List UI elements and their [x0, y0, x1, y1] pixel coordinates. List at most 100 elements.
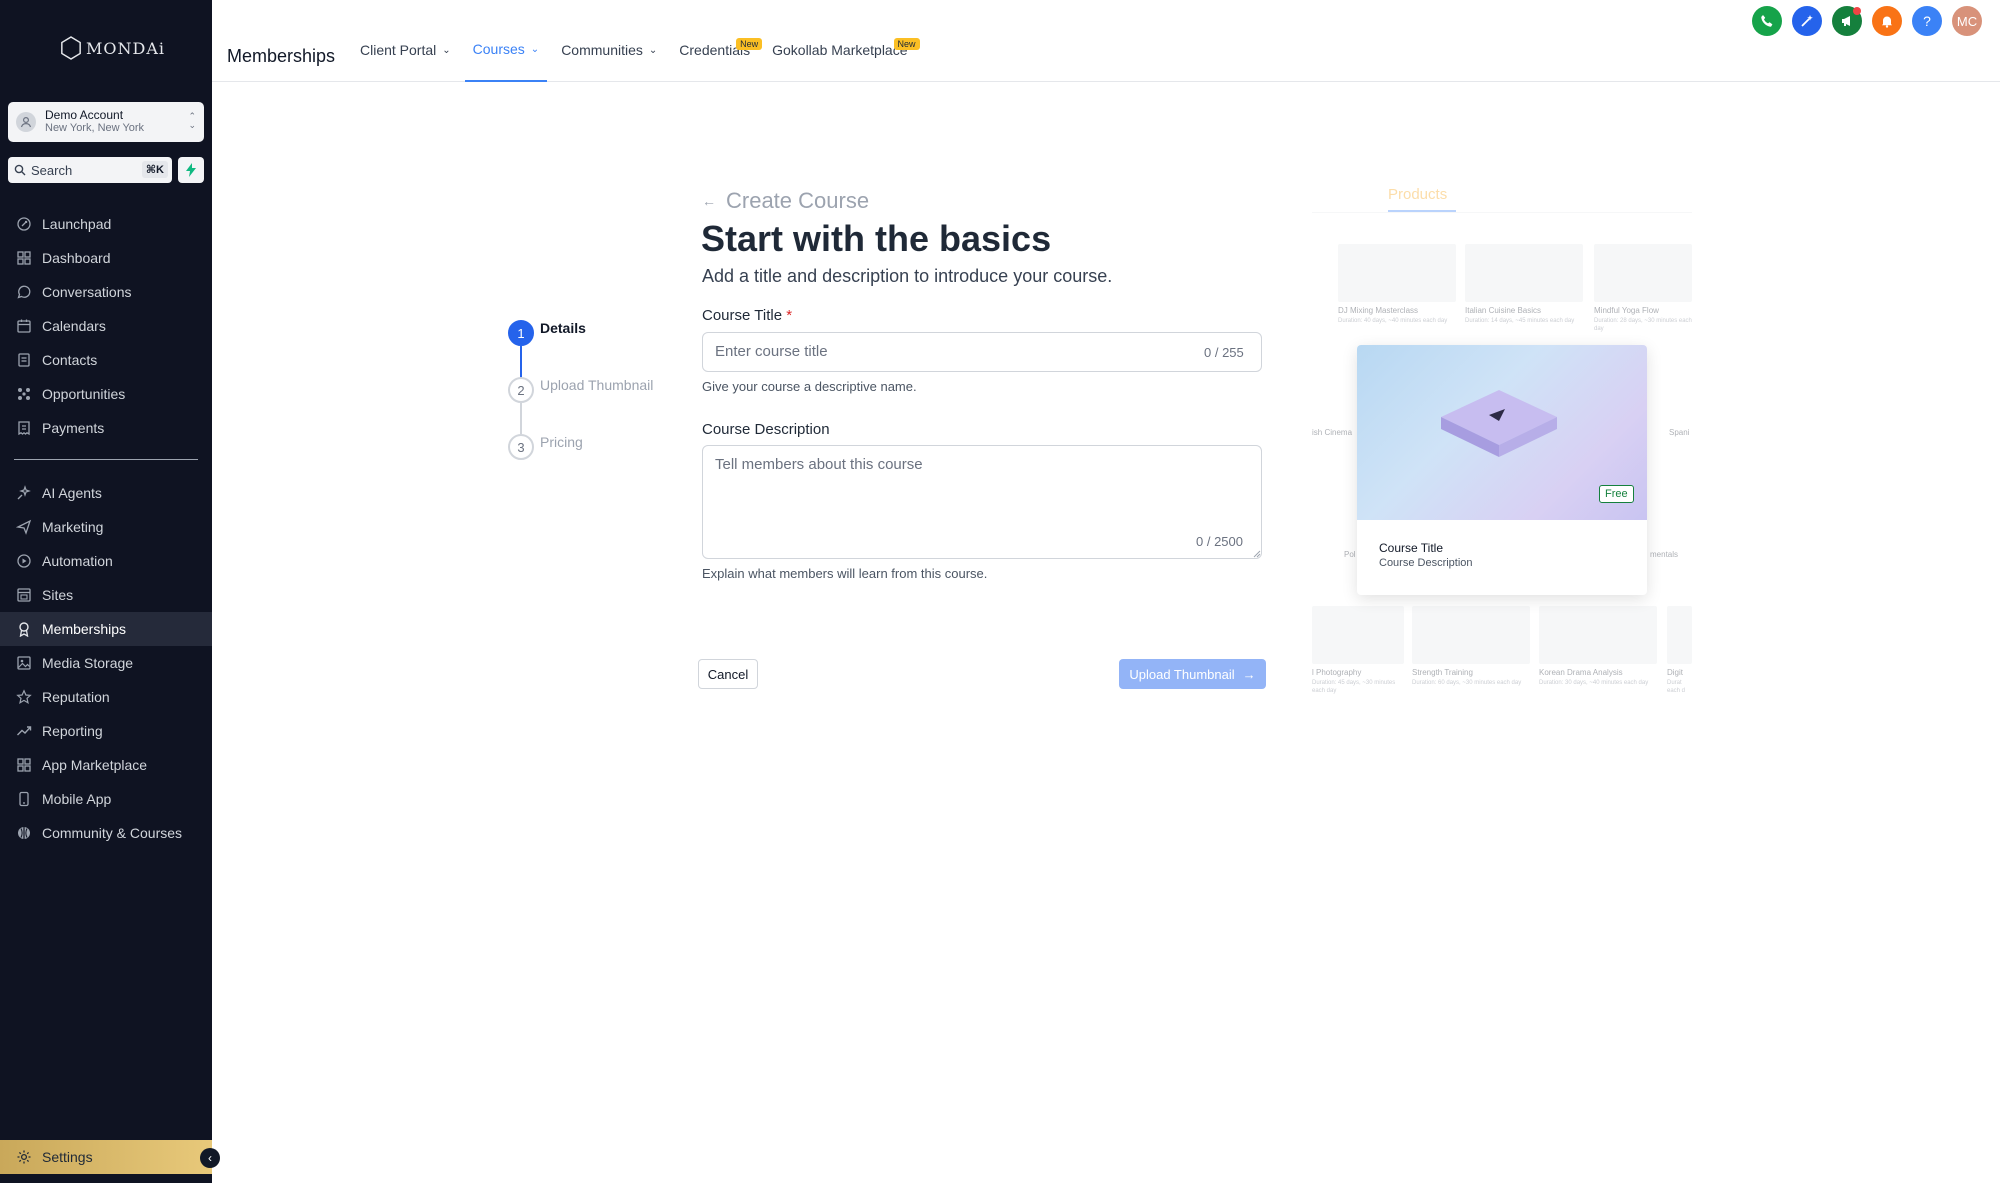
sidebar-item-automation[interactable]: Automation: [0, 544, 212, 578]
search-placeholder: Search: [31, 162, 73, 178]
sidebar-item-reporting[interactable]: Reporting: [0, 714, 212, 748]
label-text: Course Title: [702, 307, 783, 324]
phone-icon: [1761, 15, 1773, 27]
bg-card-title: Korean Drama Analysis: [1539, 668, 1623, 677]
calendar-icon: [17, 319, 31, 333]
back-link[interactable]: ← Create Course: [702, 188, 869, 214]
bg-card-title: Strength Training: [1412, 668, 1473, 677]
sidebar-item-dashboard[interactable]: Dashboard: [0, 241, 212, 275]
magic-wand-icon: [1801, 15, 1813, 27]
sidebar-item-payments[interactable]: Payments: [0, 411, 212, 445]
chevron-left-icon: ‹: [208, 1151, 212, 1165]
sidebar-item-label: Payments: [42, 420, 105, 436]
bell-icon: [1882, 16, 1892, 28]
star-icon: [16, 689, 32, 705]
sidebar-item-community-courses[interactable]: Community & Courses: [0, 816, 212, 850]
form-heading: Start with the basics: [701, 218, 1052, 259]
award-icon: [19, 622, 29, 637]
phone-button[interactable]: [1752, 6, 1782, 36]
bg-card-thumbnail: [1539, 606, 1657, 664]
form-subheading: Add a title and description to introduce…: [702, 266, 1113, 286]
bg-card-title: Italian Cuisine Basics: [1465, 306, 1542, 315]
sidebar-item-label: Contacts: [42, 352, 98, 368]
cancel-button[interactable]: Cancel: [698, 659, 758, 689]
sidebar-item-ai-agents[interactable]: AI Agents: [0, 476, 212, 510]
sidebar-item-calendars[interactable]: Calendars: [0, 309, 212, 343]
step-number: 1: [508, 320, 534, 346]
sidebar-item-opportunities[interactable]: Opportunities: [0, 377, 212, 411]
description-char-count: 0 / 2500: [1196, 534, 1243, 549]
sidebar-item-mobile-app[interactable]: Mobile App: [0, 782, 212, 816]
sidebar-item-label: Sites: [42, 587, 74, 603]
magic-button[interactable]: [1792, 6, 1822, 36]
hexagon-logo-icon: [61, 36, 81, 60]
notifications-button[interactable]: [1872, 6, 1902, 36]
bg-course-card: Italian Cuisine Basics Duration: 14 days…: [1465, 244, 1583, 325]
sidebar: MONDAi Demo Account New York, New York ⌃…: [0, 0, 220, 1183]
image-icon: [17, 656, 31, 670]
quick-action-button[interactable]: [178, 157, 204, 183]
step-number: 3: [508, 434, 534, 460]
preview-card-description: Course Description: [1379, 557, 1473, 569]
course-title-input[interactable]: Enter course title: [702, 332, 1262, 372]
sidebar-divider: [14, 459, 198, 460]
gear-icon: [17, 1150, 31, 1164]
automation-icon: [17, 554, 31, 568]
chevron-down-icon: ⌄: [648, 44, 658, 56]
payments-icon: [18, 421, 30, 436]
resize-handle-icon[interactable]: [1253, 550, 1261, 558]
chat-icon: [17, 285, 31, 299]
brand-logo[interactable]: MONDAi: [60, 36, 165, 60]
stepper-connector: [520, 403, 522, 434]
sidebar-item-marketing[interactable]: Marketing: [0, 510, 212, 544]
step-pricing[interactable]: 3 Pricing: [508, 434, 583, 460]
tab-communities[interactable]: Communities ⌄: [553, 0, 665, 82]
collapse-sidebar-button[interactable]: ‹: [200, 1148, 220, 1168]
tab-gokollab-marketplace[interactable]: Gokollab Marketplace New: [764, 0, 920, 82]
preview-thumbnail: Free: [1357, 345, 1647, 520]
sidebar-item-contacts[interactable]: Contacts: [0, 343, 212, 377]
sidebar-item-conversations[interactable]: Conversations: [0, 275, 212, 309]
sidebar-item-reputation[interactable]: Reputation: [0, 680, 212, 714]
apps-icon: [17, 758, 31, 772]
tab-client-portal[interactable]: Client Portal ⌄: [352, 0, 459, 82]
upload-thumbnail-button[interactable]: Upload Thumbnail →: [1119, 659, 1266, 689]
price-badge: Free: [1599, 485, 1634, 503]
sparkle-icon: [17, 485, 31, 500]
user-avatar[interactable]: MC: [1952, 6, 1982, 36]
tab-courses[interactable]: Courses ⌄: [464, 0, 548, 82]
course-description-textarea[interactable]: Tell members about this course: [702, 445, 1262, 559]
new-badge: New: [893, 38, 920, 50]
bg-card-desc: Duration: 60 days, ~30 minutes each day: [1412, 680, 1522, 686]
avatar-initials: MC: [1956, 13, 1978, 29]
sidebar-item-label: Calendars: [42, 318, 106, 334]
course-preview: Products DJ Mixing Masterclass Duration:…: [1312, 180, 1692, 720]
help-button[interactable]: ?: [1912, 6, 1942, 36]
sidebar-item-media-storage[interactable]: Media Storage: [0, 646, 212, 680]
search-input[interactable]: Search ⌘K: [8, 157, 172, 183]
tab-credentials[interactable]: Credentials New: [671, 0, 763, 82]
sidebar-item-memberships[interactable]: Memberships: [0, 612, 212, 646]
step-details[interactable]: 1 Details: [508, 320, 586, 346]
title-char-count: 0 / 255: [1204, 345, 1244, 360]
preview-tab-divider: [1312, 212, 1692, 213]
search-icon: [14, 164, 26, 176]
sidebar-item-label: Mobile App: [42, 791, 112, 807]
bg-card-title: DJ Mixing Masterclass: [1338, 306, 1419, 315]
step-upload-thumbnail[interactable]: 2 Upload Thumbnail: [508, 377, 653, 403]
title-help-text: Give your course a descriptive name.: [702, 379, 917, 394]
required-marker: *: [786, 307, 793, 324]
step-label: Pricing: [540, 434, 583, 450]
sidebar-nav-primary: Launchpad Dashboard Conversations Calend…: [0, 207, 212, 445]
chevron-down-icon: ⌄: [530, 43, 540, 55]
sidebar-item-launchpad[interactable]: Launchpad: [0, 207, 212, 241]
sidebar-item-sites[interactable]: Sites: [0, 578, 212, 612]
announcements-button[interactable]: [1832, 6, 1862, 36]
sidebar-item-label: Reputation: [42, 689, 110, 705]
sidebar-item-app-marketplace[interactable]: App Marketplace: [0, 748, 212, 782]
sidebar-item-settings[interactable]: Settings: [0, 1140, 212, 1174]
bg-card-fragment: ish Cinema: [1312, 428, 1353, 437]
account-switcher[interactable]: Demo Account New York, New York ⌃ ⌄: [8, 102, 204, 142]
account-name: Demo Account: [45, 108, 124, 122]
app-root: MONDAi Demo Account New York, New York ⌃…: [0, 0, 2000, 1183]
